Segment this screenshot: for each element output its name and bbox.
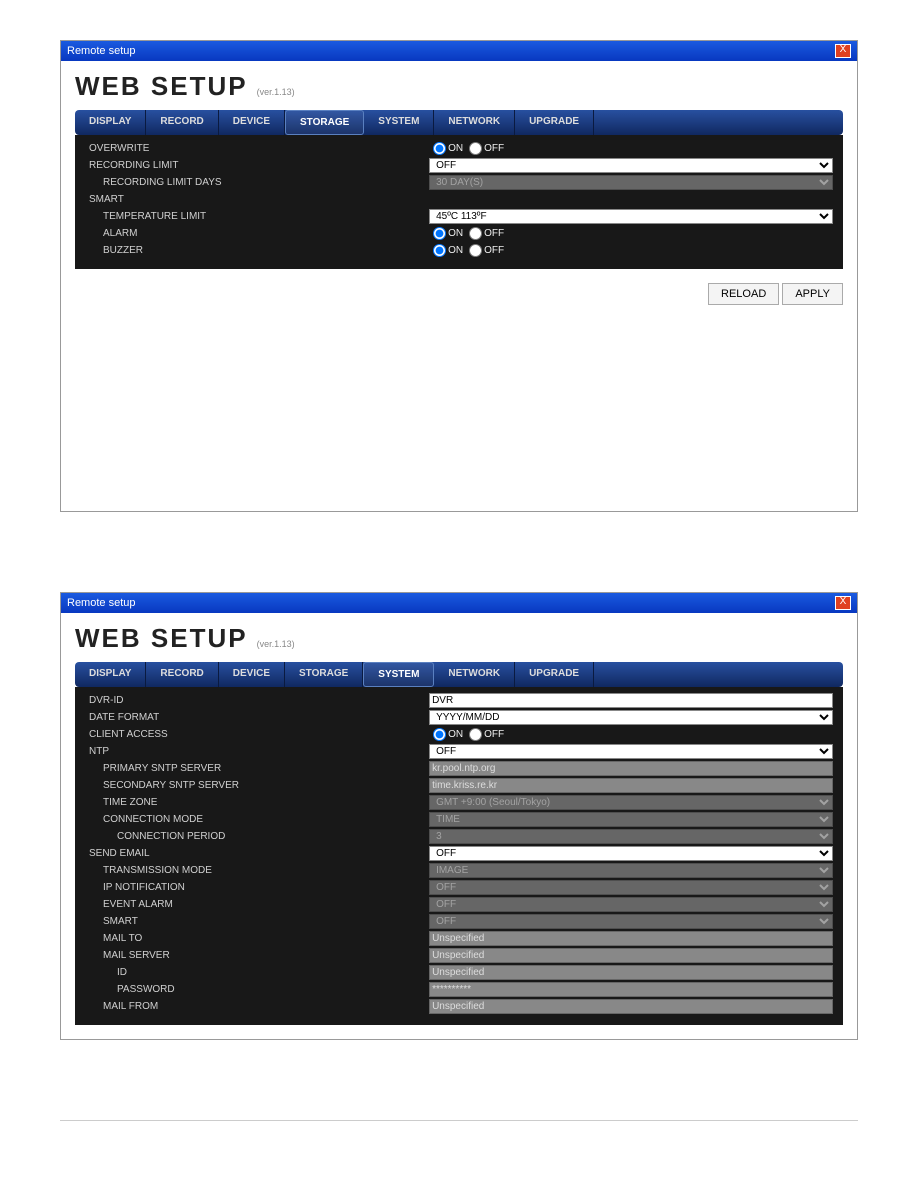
tabbar: DISPLAY RECORD DEVICE STORAGE SYSTEM NET… [75, 110, 843, 135]
reload-button[interactable]: RELOAD [708, 283, 779, 305]
tab-record[interactable]: RECORD [146, 110, 218, 135]
label-smart: SMART [85, 193, 429, 206]
tab-system[interactable]: SYSTEM [363, 662, 434, 687]
client-access-radio-group: ON OFF [429, 728, 833, 741]
titlebar[interactable]: Remote setup X [61, 41, 857, 61]
tabbar: DISPLAY RECORD DEVICE STORAGE SYSTEM NET… [75, 662, 843, 687]
label-ntp: NTP [85, 745, 429, 758]
label-transmission-mode: TRANSMISSION MODE [85, 864, 429, 877]
label-event-alarm: EVENT ALARM [85, 898, 429, 911]
alarm-off-radio[interactable] [469, 227, 482, 240]
label-smart: SMART [85, 915, 429, 928]
label-password: PASSWORD [85, 983, 429, 996]
label-connection-mode: CONNECTION MODE [85, 813, 429, 826]
settings-panel: DVR-ID DATE FORMAT YYYY/MM/DD CLIENT ACC… [75, 687, 843, 1025]
mail-server-input [429, 948, 833, 963]
tab-device[interactable]: DEVICE [219, 662, 285, 687]
label-client-access: CLIENT ACCESS [85, 728, 429, 741]
tab-display[interactable]: DISPLAY [75, 662, 146, 687]
label-ip-notification: IP NOTIFICATION [85, 881, 429, 894]
label-buzzer: BUZZER [85, 244, 429, 257]
page-version: (ver.1.13) [257, 639, 295, 649]
window-system: Remote setup X WEB SETUP (ver.1.13) DISP… [60, 592, 858, 1040]
footer-divider [60, 1120, 858, 1121]
page-title: WEB SETUP [75, 71, 248, 102]
tab-system[interactable]: SYSTEM [364, 110, 434, 135]
tab-device[interactable]: DEVICE [219, 110, 285, 135]
recording-limit-days-select: 30 DAY(S) [429, 175, 833, 190]
alarm-on-radio[interactable] [433, 227, 446, 240]
label-recording-limit-days: RECORDING LIMIT DAYS [85, 176, 429, 189]
connection-period-select: 3 [429, 829, 833, 844]
window-title: Remote setup [67, 45, 135, 57]
client-access-on-radio[interactable] [433, 728, 446, 741]
label-id: ID [85, 966, 429, 979]
transmission-mode-select: IMAGE [429, 863, 833, 878]
temperature-limit-select[interactable]: 45ºC 113ºF [429, 209, 833, 224]
titlebar[interactable]: Remote setup X [61, 593, 857, 613]
button-row: RELOAD APPLY [75, 283, 843, 305]
window-storage: Remote setup X WEB SETUP (ver.1.13) DISP… [60, 40, 858, 512]
alarm-radio-group: ON OFF [429, 227, 833, 240]
label-date-format: DATE FORMAT [85, 711, 429, 724]
tab-storage[interactable]: STORAGE [285, 662, 363, 687]
label-alarm: ALARM [85, 227, 429, 240]
settings-panel: OVERWRITE ON OFF RECORDING LIMIT OFF REC… [75, 135, 843, 269]
buzzer-radio-group: ON OFF [429, 244, 833, 257]
close-icon[interactable]: X [835, 596, 851, 610]
secondary-sntp-input [429, 778, 833, 793]
page-version: (ver.1.13) [257, 87, 295, 97]
id-input [429, 965, 833, 980]
window-content: WEB SETUP (ver.1.13) DISPLAY RECORD DEVI… [61, 61, 857, 511]
label-temperature-limit: TEMPERATURE LIMIT [85, 210, 429, 223]
label-overwrite: OVERWRITE [85, 142, 429, 155]
password-input [429, 982, 833, 997]
label-recording-limit: RECORDING LIMIT [85, 159, 429, 172]
mail-to-input [429, 931, 833, 946]
client-access-off-radio[interactable] [469, 728, 482, 741]
smart-select: OFF [429, 914, 833, 929]
recording-limit-select[interactable]: OFF [429, 158, 833, 173]
label-time-zone: TIME ZONE [85, 796, 429, 809]
mail-from-input [429, 999, 833, 1014]
label-mail-to: MAIL TO [85, 932, 429, 945]
overwrite-off-radio[interactable] [469, 142, 482, 155]
tab-upgrade[interactable]: UPGRADE [515, 110, 594, 135]
tab-record[interactable]: RECORD [146, 662, 218, 687]
connection-mode-select: TIME [429, 812, 833, 827]
event-alarm-select: OFF [429, 897, 833, 912]
label-mail-from: MAIL FROM [85, 1000, 429, 1013]
ntp-select[interactable]: OFF [429, 744, 833, 759]
apply-button[interactable]: APPLY [782, 283, 843, 305]
label-send-email: SEND EMAIL [85, 847, 429, 860]
dvrid-input[interactable] [429, 693, 833, 708]
overwrite-on-radio[interactable] [433, 142, 446, 155]
label-secondary-sntp: SECONDARY SNTP SERVER [85, 779, 429, 792]
tab-network[interactable]: NETWORK [434, 110, 515, 135]
tab-network[interactable]: NETWORK [434, 662, 515, 687]
tab-display[interactable]: DISPLAY [75, 110, 146, 135]
primary-sntp-input [429, 761, 833, 776]
buzzer-on-radio[interactable] [433, 244, 446, 257]
time-zone-select: GMT +9:00 (Seoul/Tokyo) [429, 795, 833, 810]
window-content: WEB SETUP (ver.1.13) DISPLAY RECORD DEVI… [61, 613, 857, 1039]
label-mail-server: MAIL SERVER [85, 949, 429, 962]
buzzer-off-radio[interactable] [469, 244, 482, 257]
window-title: Remote setup [67, 597, 135, 609]
close-icon[interactable]: X [835, 44, 851, 58]
label-connection-period: CONNECTION PERIOD [85, 830, 429, 843]
label-primary-sntp: PRIMARY SNTP SERVER [85, 762, 429, 775]
send-email-select[interactable]: OFF [429, 846, 833, 861]
tab-upgrade[interactable]: UPGRADE [515, 662, 594, 687]
label-dvrid: DVR-ID [85, 694, 429, 707]
page-title: WEB SETUP [75, 623, 248, 654]
tab-storage[interactable]: STORAGE [285, 110, 364, 135]
date-format-select[interactable]: YYYY/MM/DD [429, 710, 833, 725]
overwrite-radio-group: ON OFF [429, 142, 833, 155]
ip-notification-select: OFF [429, 880, 833, 895]
